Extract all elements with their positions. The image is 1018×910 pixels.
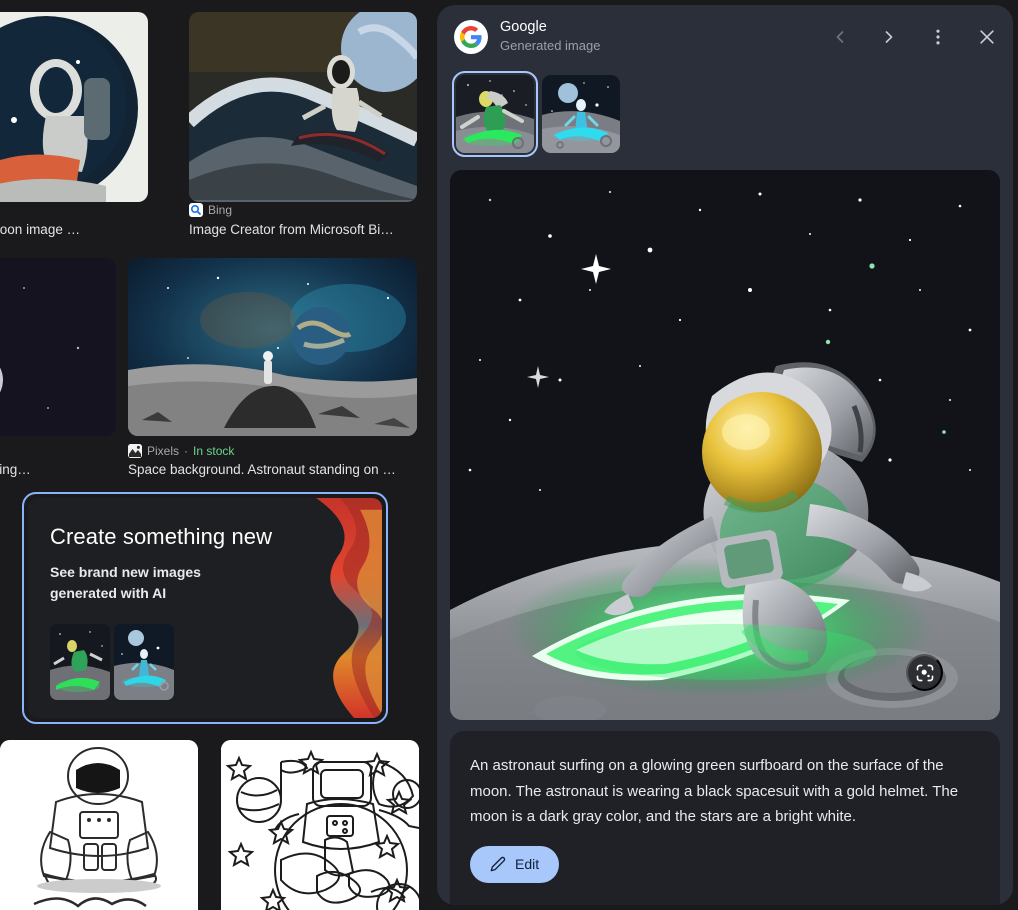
pixels-favicon <box>128 444 142 458</box>
result-caption[interactable]: Space background. Astronaut standing on … <box>128 462 418 478</box>
result-thumbnail[interactable] <box>0 12 148 202</box>
chevron-right-icon <box>885 31 893 43</box>
more-vertical-icon <box>936 29 940 45</box>
pencil-icon <box>490 856 506 872</box>
abstract-swirl-decoration <box>316 498 382 718</box>
create-something-new-card[interactable]: Create something new See brand new image… <box>22 492 388 724</box>
promo-subtitle: See brand new images generated with AI <box>50 564 201 601</box>
panel-brand-text: Google Generated image <box>500 18 600 55</box>
result-caption[interactable]: Space drawing… <box>0 462 108 478</box>
result-caption[interactable]: Photo | Cartoon image … <box>0 222 146 238</box>
close-icon <box>980 30 994 44</box>
hero-image[interactable] <box>450 170 1000 720</box>
image-thumbnail-strip[interactable] <box>452 71 620 157</box>
previous-button[interactable] <box>826 23 854 51</box>
promo-thumbnail-blue[interactable] <box>114 624 174 700</box>
next-button[interactable] <box>875 23 903 51</box>
result-thumbnail[interactable] <box>221 740 419 910</box>
google-lens-icon <box>916 664 933 681</box>
chevron-left-icon <box>836 31 844 43</box>
panel-brand: Google Generated image <box>454 18 600 55</box>
thumbnail-green-selected[interactable] <box>452 71 538 157</box>
panel-brand-name: Google <box>500 19 547 35</box>
promo-title: Create something new <box>50 524 273 549</box>
result-source[interactable]: Pixels · In stock <box>128 444 234 458</box>
result-thumbnail[interactable] <box>128 258 417 436</box>
image-results-grid[interactable]: Photo | Cartoon image … Bing Image Creat… <box>0 0 432 910</box>
more-options-button[interactable] <box>924 23 952 51</box>
image-description-card: An astronaut surfing on a glowing green … <box>450 731 1000 905</box>
stock-status: In stock <box>193 444 235 458</box>
result-thumbnail[interactable] <box>0 740 198 910</box>
panel-header: Google Generated image <box>437 5 1013 77</box>
source-separator: · <box>184 444 189 458</box>
result-caption[interactable]: Image Creator from Microsoft Bi… <box>189 222 419 238</box>
result-thumbnail[interactable] <box>189 12 417 202</box>
edit-button-label: Edit <box>515 856 540 872</box>
close-button[interactable] <box>973 23 1001 51</box>
panel-header-actions <box>826 23 1001 51</box>
image-description-text: An astronaut surfing on a glowing green … <box>470 757 959 825</box>
generated-image-viewer: Photo | Cartoon image … Bing Image Creat… <box>0 0 1018 910</box>
result-source[interactable]: Bing <box>189 203 232 217</box>
edit-button[interactable]: Edit <box>470 845 560 883</box>
thumbnail-blue[interactable] <box>542 75 620 153</box>
promo-thumbnails[interactable] <box>50 624 174 700</box>
result-source-name: Pixels <box>147 444 180 458</box>
panel-brand-subtitle: Generated image <box>500 38 601 53</box>
bing-favicon <box>189 203 203 217</box>
promo-thumbnail-green[interactable] <box>50 624 110 700</box>
google-lens-button[interactable] <box>906 654 943 691</box>
result-source-name: Bing <box>208 203 233 217</box>
google-g-logo-icon <box>454 19 488 54</box>
generated-image-panel: Google Generated image An astronaut surf… <box>437 5 1013 905</box>
result-thumbnail[interactable] <box>0 258 116 436</box>
promo-inner: Create something new See brand new image… <box>28 498 382 718</box>
